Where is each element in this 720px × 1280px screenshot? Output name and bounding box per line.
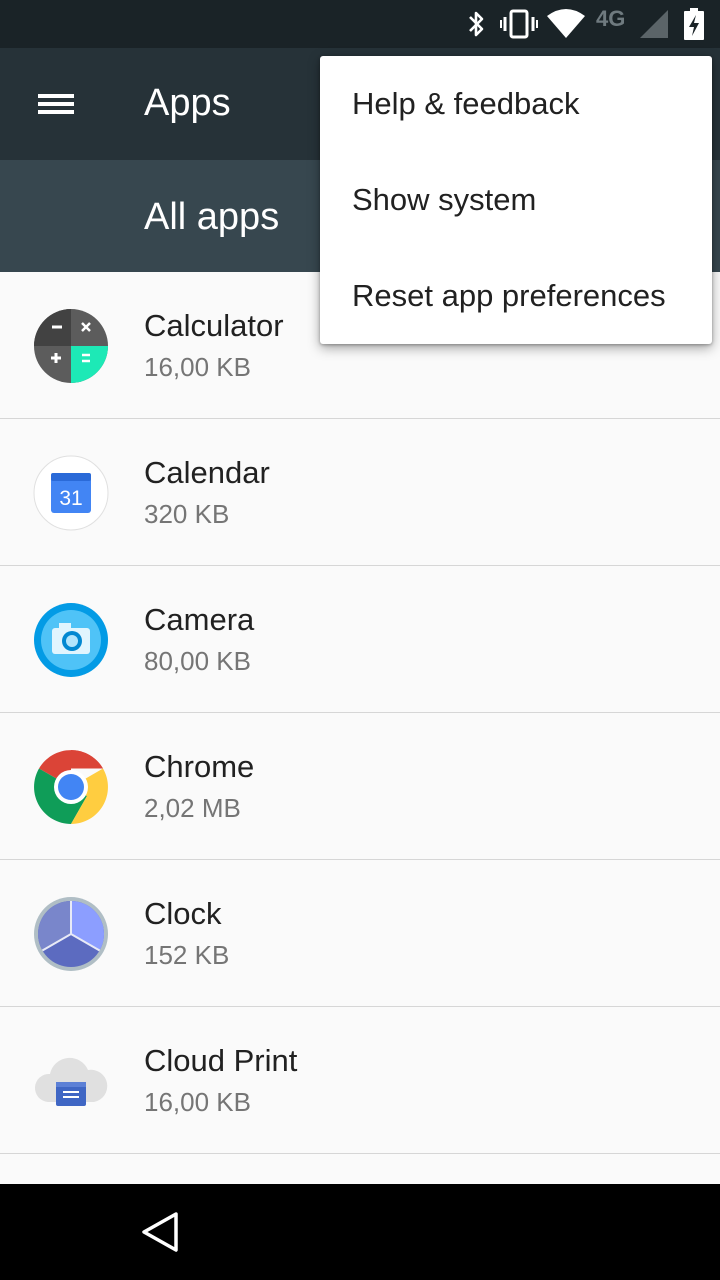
app-name: Clock [144,896,222,931]
app-name: Chrome [144,749,255,784]
status-bar: 4G [0,0,720,48]
overflow-menu: Help & feedback Show system Reset app pr… [320,56,712,344]
clock-icon [32,895,110,973]
menu-item-show-system[interactable]: Show system [320,152,712,248]
back-button[interactable] [128,1204,192,1260]
menu-item-reset-app-preferences[interactable]: Reset app preferences [320,248,712,344]
app-name: Camera [144,602,255,637]
network-type-label: 4G [596,6,626,31]
page-title: Apps [144,82,231,124]
menu-item-help-feedback[interactable]: Help & feedback [320,56,712,152]
cell-signal-icon [638,8,670,40]
app-name: Calculator [144,308,284,343]
cloud-print-icon [32,1042,110,1120]
camera-icon [32,601,110,679]
app-size: 80,00 KB [144,646,251,676]
list-item-chrome[interactable]: Chrome 2,02 MB [0,713,720,860]
vibrate-icon [500,8,538,40]
app-size: 320 KB [144,499,230,529]
calendar-icon: 31 [32,454,110,532]
wifi-icon [546,8,586,40]
hamburger-menu-button[interactable] [24,80,88,128]
list-item-camera[interactable]: Camera 80,00 KB [0,566,720,713]
list-item-cloud-print[interactable]: Cloud Print 16,00 KB [0,1007,720,1154]
chrome-icon [32,748,110,826]
app-size: 2,02 MB [144,793,241,823]
calculator-icon [32,307,110,385]
hamburger-icon [38,94,74,98]
back-icon [142,1212,178,1252]
list-item-clock[interactable]: Clock 152 KB [0,860,720,1007]
app-list: Calculator 16,00 KB 31 Calendar 320 KB C… [0,272,720,1154]
bluetooth-icon [464,8,488,40]
list-item-calendar[interactable]: 31 Calendar 320 KB [0,419,720,566]
app-name: Cloud Print [144,1043,298,1078]
calendar-icon-text: 31 [59,487,82,510]
app-size: 152 KB [144,940,230,970]
battery-charging-icon [682,8,706,40]
app-name: Calendar [144,455,270,490]
app-size: 16,00 KB [144,352,251,382]
filter-all-apps[interactable]: All apps [144,196,279,239]
navigation-bar [0,1184,720,1280]
app-size: 16,00 KB [144,1087,251,1117]
